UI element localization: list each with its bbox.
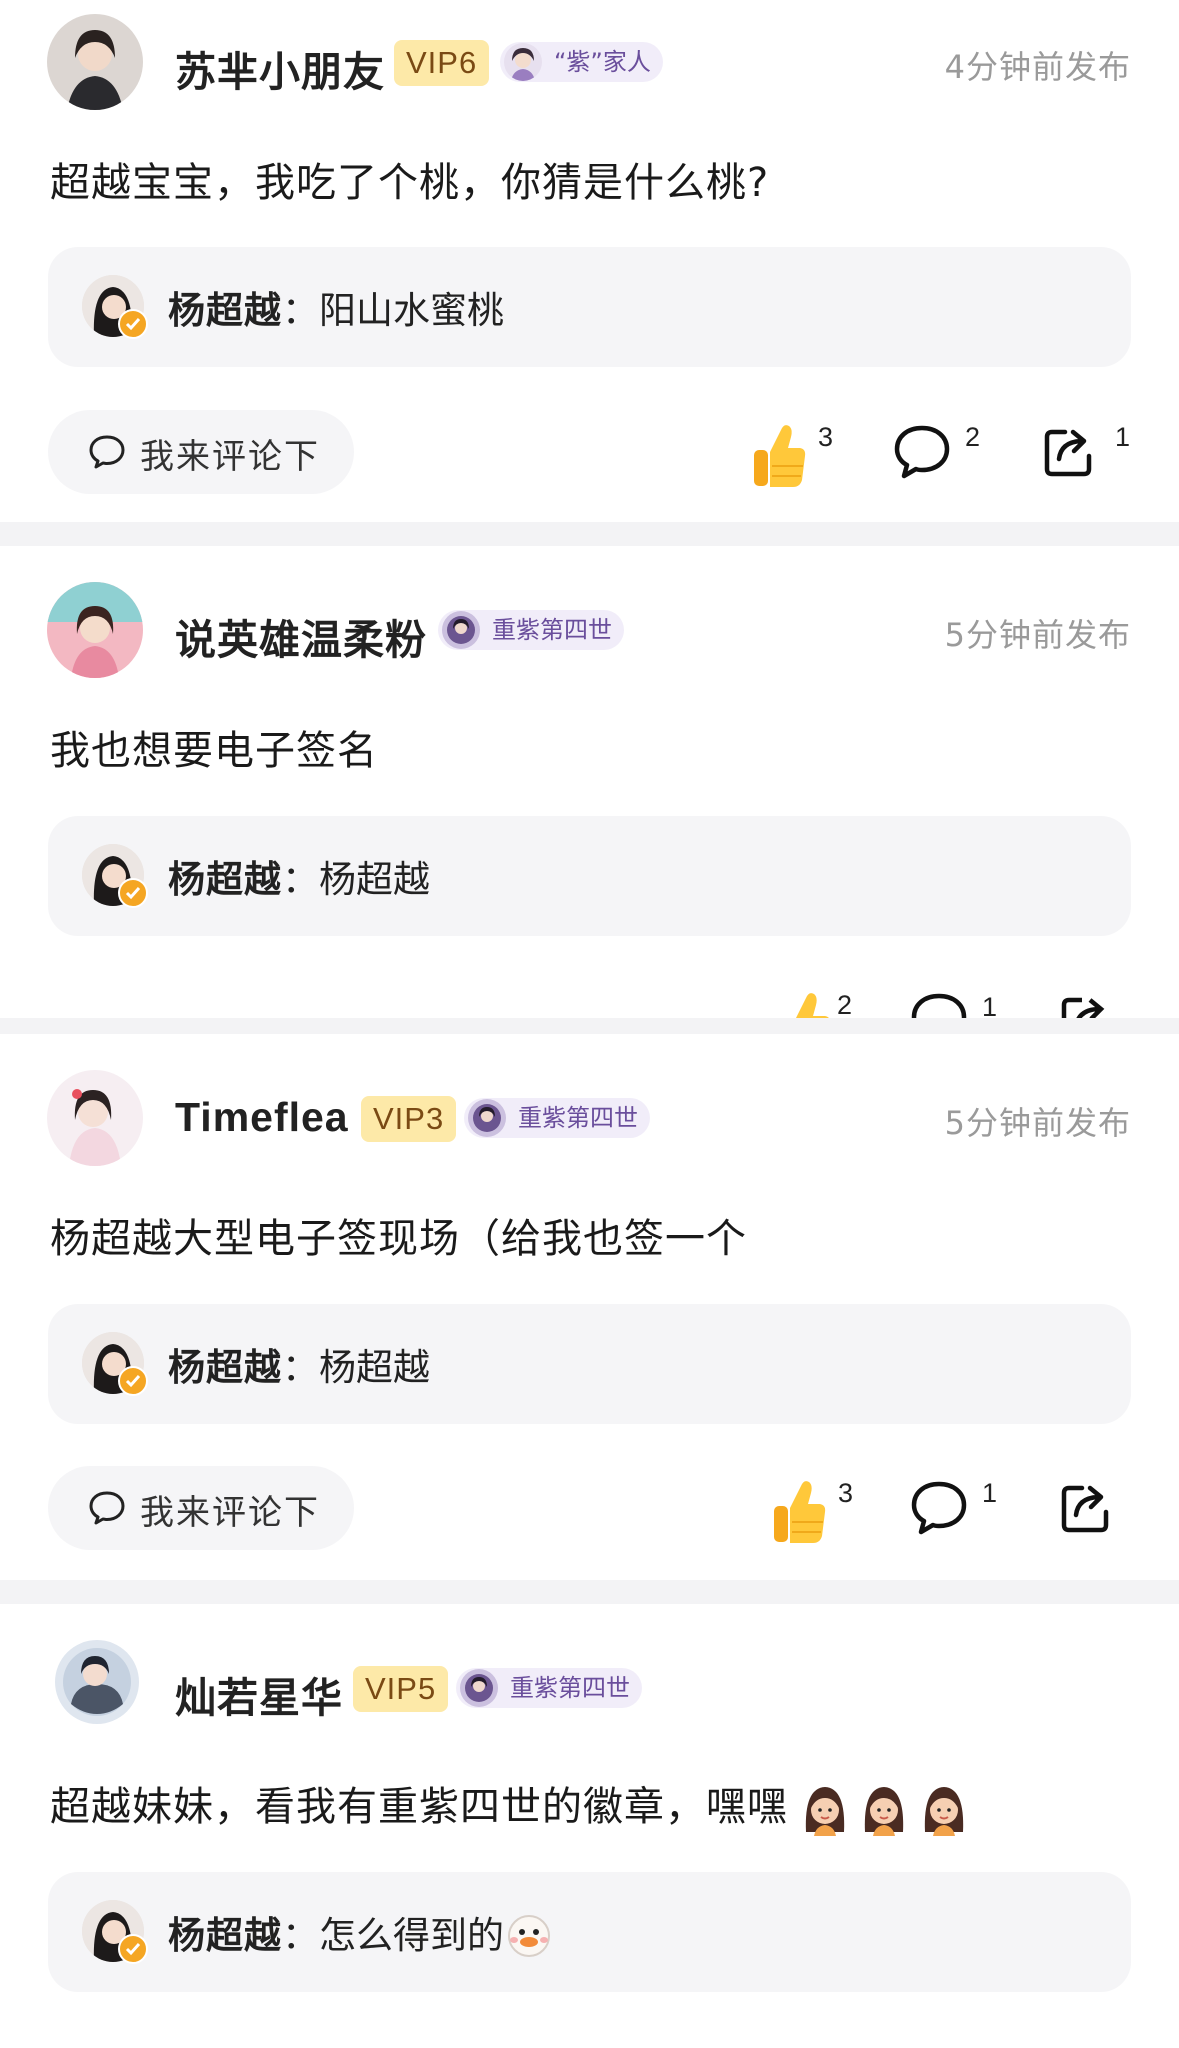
reply-author[interactable]: 杨超越: [168, 1346, 282, 1389]
comment-count: 2: [965, 422, 981, 452]
reply-box[interactable]: 杨超越：阳山水蜜桃: [48, 247, 1131, 367]
fan-badge-label: “紫”家人: [554, 48, 651, 76]
vip-badge: VIP3: [361, 1096, 457, 1142]
fan-badge: 重紫第四世: [464, 1098, 650, 1138]
post-content-text: 超越妹妹，看我有重紫四世的徽章，嘿嘿: [50, 1784, 788, 1830]
verified-icon: [118, 309, 148, 339]
comment-count: 1: [982, 1478, 998, 1508]
reply-message: 杨超越: [319, 858, 430, 901]
like-action[interactable]: 2: [775, 988, 865, 1018]
share-icon: [1060, 992, 1112, 1018]
share-action[interactable]: 1: [1043, 422, 1133, 484]
username[interactable]: 灿若星华: [175, 1664, 343, 1724]
post-card: 说英雄温柔粉 重紫第四世 5分钟前发布 我也想要电子签名 杨超越：杨超越 2 1: [0, 546, 1179, 1018]
vip-badge: VIP5: [353, 1666, 449, 1712]
comment-button-label: 我来评论下: [140, 437, 320, 477]
girl-emoji-icon: [861, 1782, 907, 1836]
reply-author[interactable]: 杨超越: [168, 1914, 282, 1957]
reply-message: 阳山水蜜桃: [319, 289, 504, 332]
girl-emoji-icon: [802, 1782, 848, 1836]
comment-action[interactable]: 2: [893, 422, 983, 484]
reply-text: 杨超越：阳山水蜜桃: [168, 280, 504, 334]
share-action[interactable]: [1060, 1480, 1120, 1540]
post-content: 我也想要电子签名: [50, 728, 378, 774]
username[interactable]: Timeflea: [175, 1094, 349, 1141]
fan-badge: 重紫第四世: [456, 1668, 642, 1708]
post-card: 苏芈小朋友 VIP6 “紫”家人 4分钟前发布 超越宝宝，我吃了个桃，你猜是什么…: [0, 0, 1179, 522]
badge-avatar-icon: [468, 1099, 506, 1137]
verified-icon: [118, 1366, 148, 1396]
reply-text: 杨超越：怎么得到的: [168, 1905, 554, 1960]
post-card: 灿若星华 VIP5 重紫第四世 超越妹妹，看我有重紫四世的徽章，嘿嘿 杨超越：怎…: [0, 1604, 1179, 2048]
comment-action[interactable]: 1: [910, 992, 1000, 1018]
post-card: Timeflea VIP3 重紫第四世 5分钟前发布 杨超越大型电子签现场（给我…: [0, 1034, 1179, 1580]
badge-avatar-icon: [504, 43, 542, 81]
reply-text: 杨超越：杨超越: [168, 1337, 430, 1391]
username[interactable]: 说英雄温柔粉: [175, 606, 427, 666]
comment-bubble-icon: [910, 1480, 968, 1540]
comment-bubble-icon: [88, 434, 126, 474]
fan-badge: 重紫第四世: [438, 610, 624, 650]
share-icon: [1043, 424, 1095, 482]
duck-emoji-icon: [504, 1910, 554, 1960]
reply-author[interactable]: 杨超越: [168, 858, 282, 901]
avatar[interactable]: [47, 14, 143, 110]
share-icon: [1060, 1480, 1112, 1538]
thumbs-up-icon: [775, 988, 833, 1018]
reply-box[interactable]: 杨超越：杨超越: [48, 816, 1131, 936]
comment-bubble-icon: [88, 1490, 126, 1530]
avatar[interactable]: [47, 1070, 143, 1166]
reply-box[interactable]: 杨超越：怎么得到的: [48, 1872, 1131, 1992]
username[interactable]: 苏芈小朋友: [175, 38, 385, 98]
reply-box[interactable]: 杨超越：杨超越: [48, 1304, 1131, 1424]
verified-icon: [118, 878, 148, 908]
reply-author[interactable]: 杨超越: [168, 289, 282, 332]
comment-bubble-icon: [893, 424, 951, 484]
reply-message: 杨超越: [319, 1346, 430, 1389]
post-time: 4分钟前发布: [944, 48, 1131, 86]
badge-avatar-icon: [460, 1669, 498, 1707]
comment-bubble-icon: [910, 992, 968, 1018]
reply-separator: ：: [282, 858, 319, 901]
fan-badge-label: 重紫第四世: [492, 616, 612, 644]
comment-action[interactable]: 1: [910, 1478, 1000, 1540]
post-content: 杨超越大型电子签现场（给我也签一个: [50, 1216, 747, 1262]
reply-message: 怎么得到的: [319, 1914, 504, 1957]
like-count: 2: [837, 990, 853, 1018]
thumbs-up-icon: [770, 1476, 828, 1550]
like-action[interactable]: 3: [770, 1476, 860, 1548]
thumbs-up-icon: [750, 420, 808, 494]
vip-badge: VIP6: [394, 40, 490, 86]
reply-separator: ：: [282, 289, 319, 332]
post-time: 5分钟前发布: [944, 1104, 1131, 1142]
verified-icon: [118, 1934, 148, 1964]
reply-separator: ：: [282, 1346, 319, 1389]
fan-badge: “紫”家人: [500, 42, 663, 82]
avatar[interactable]: [55, 1640, 139, 1724]
reply-separator: ：: [282, 1914, 319, 1957]
like-count: 3: [838, 1478, 854, 1508]
comment-button[interactable]: 我来评论下: [48, 1466, 354, 1550]
post-content: 超越宝宝，我吃了个桃，你猜是什么桃?: [50, 160, 770, 206]
post-time: 5分钟前发布: [944, 616, 1131, 654]
avatar[interactable]: [47, 582, 143, 678]
girl-emoji-icon: [921, 1782, 967, 1836]
fan-badge-label: 重紫第四世: [518, 1104, 638, 1132]
comment-button-label: 我来评论下: [140, 1493, 320, 1533]
like-action[interactable]: 3: [750, 420, 840, 492]
reply-text: 杨超越：杨超越: [168, 849, 430, 903]
like-count: 3: [818, 422, 834, 452]
comment-button[interactable]: 我来评论下: [48, 410, 354, 494]
fan-badge-label: 重紫第四世: [510, 1674, 630, 1702]
share-action[interactable]: [1060, 992, 1120, 1018]
badge-avatar-icon: [442, 611, 480, 649]
comment-count: 1: [982, 992, 998, 1018]
post-content: 超越妹妹，看我有重紫四世的徽章，嘿嘿: [50, 1774, 967, 1836]
share-count: 1: [1115, 422, 1131, 452]
